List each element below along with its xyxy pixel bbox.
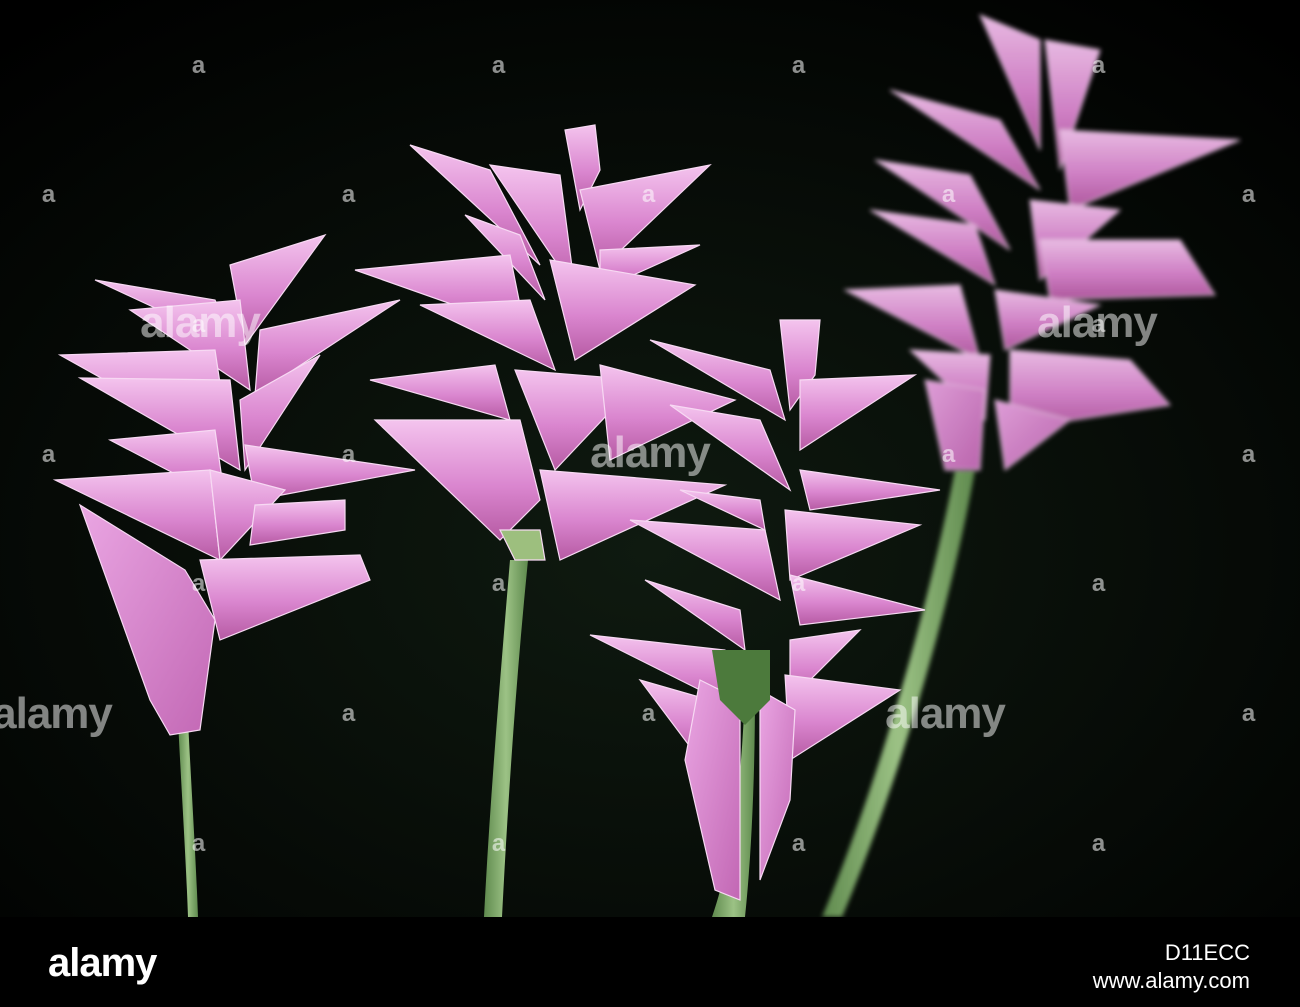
watermark-mark: a (1091, 570, 1105, 597)
watermark-mark: a (191, 52, 205, 79)
watermark-mark: a (641, 700, 655, 727)
watermark-mark: a (641, 181, 655, 208)
watermark-word: alamy (590, 428, 711, 477)
watermark-word: alamy (885, 689, 1006, 738)
watermark-mark: a (1241, 441, 1255, 468)
watermark-mark: a (341, 181, 355, 208)
watermark-mark: a (941, 181, 955, 208)
watermark-mark: a (791, 830, 805, 857)
site-url: www.alamy.com (1092, 968, 1250, 993)
watermark-mark: a (791, 52, 805, 79)
image-id: D11ECC (1164, 940, 1250, 965)
watermark-mark: a (491, 570, 505, 597)
watermark-word: alamy (1037, 298, 1158, 347)
watermark-word: alamy (140, 298, 261, 347)
watermark-mark: a (341, 700, 355, 727)
watermark-mark: a (1091, 52, 1105, 79)
watermark-mark: a (491, 52, 505, 79)
watermark-mark: a (1091, 830, 1105, 857)
watermark-mark: a (341, 441, 355, 468)
watermark-mark: a (791, 570, 805, 597)
watermark-mark: a (41, 441, 55, 468)
watermark-mark: a (1241, 181, 1255, 208)
footer-bar: alamy D11ECC www.alamy.com (0, 917, 1300, 1007)
watermark-mark: a (41, 181, 55, 208)
watermark-mark: a (191, 570, 205, 597)
watermark-word: alamy (0, 689, 113, 738)
watermark-mark: a (941, 441, 955, 468)
footer-logo: alamy (48, 941, 157, 985)
watermark-mark: a (491, 830, 505, 857)
watermark-mark: a (191, 830, 205, 857)
footer-info: D11ECC www.alamy.com (1093, 939, 1250, 995)
watermark-mark: a (1241, 700, 1255, 727)
photo-stage: a a a a a a a a a a a a a a a a a a a a … (0, 0, 1300, 1007)
